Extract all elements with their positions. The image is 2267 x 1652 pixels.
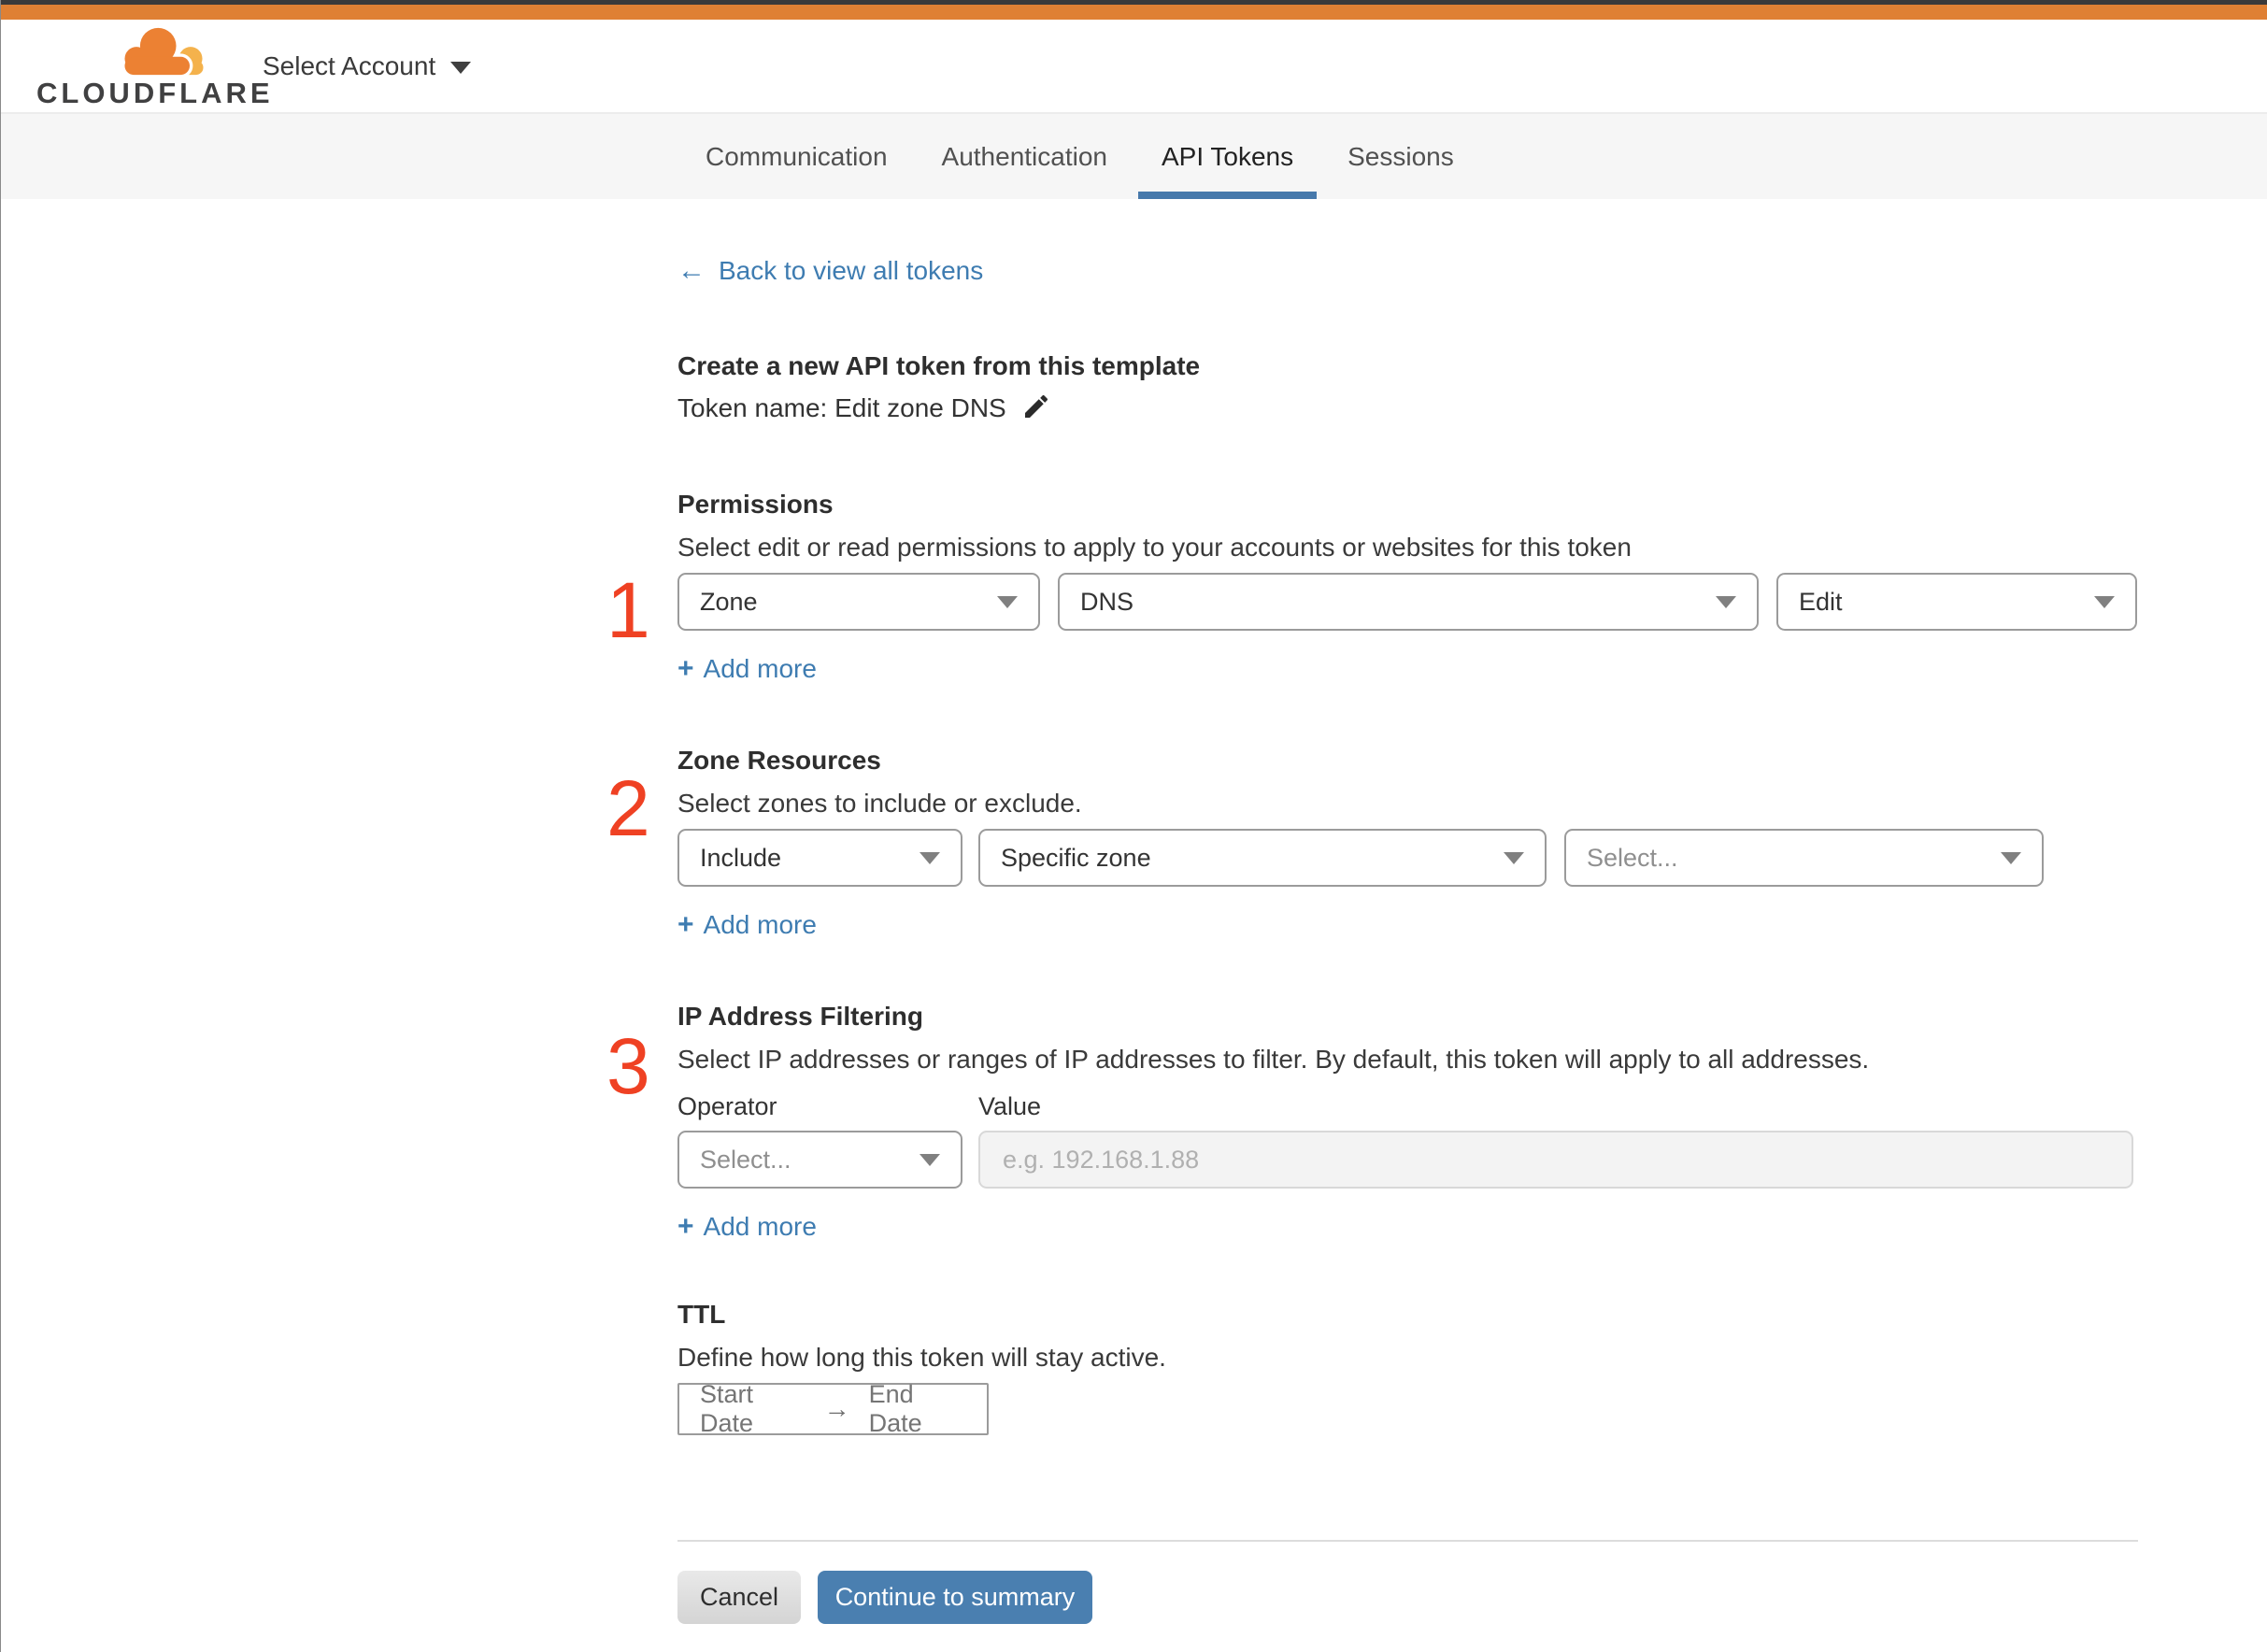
tab-api-tokens[interactable]: API Tokens — [1138, 114, 1318, 199]
cancel-button[interactable]: Cancel — [677, 1571, 801, 1624]
continue-to-summary-button[interactable]: Continue to summary — [818, 1571, 1092, 1624]
permission-resource-select[interactable]: DNS — [1058, 573, 1759, 631]
ip-filtering-labels: Operator Value — [677, 1092, 2138, 1121]
tabs: Communication Authentication API Tokens … — [682, 114, 2267, 199]
cloudflare-wordmark: CLOUDFLARE — [36, 77, 274, 109]
cloudflare-cloud-icon — [121, 24, 204, 77]
ttl-date-range-picker[interactable]: Start Date → End Date — [677, 1380, 989, 1437]
footer-actions: Cancel Continue to summary — [677, 1571, 2138, 1624]
account-selector[interactable]: Select Account — [263, 50, 472, 81]
annotation-step-1: 1 — [606, 566, 650, 654]
account-selector-label: Select Account — [263, 50, 436, 80]
annotation-step-2: 2 — [606, 764, 650, 852]
tab-communication[interactable]: Communication — [682, 114, 911, 199]
main-content: 1 2 3 ← Back to view all tokens Create a… — [606, 199, 2138, 1624]
zone-resources-row: Include Specific zone Select... — [677, 829, 2138, 887]
ip-value-input[interactable] — [978, 1131, 2133, 1189]
annotation-step-3: 3 — [606, 1022, 650, 1110]
footer-divider — [677, 1540, 2138, 1542]
template-heading: Create a new API token from this templat… — [677, 351, 1201, 380]
ip-filtering-add-more-link[interactable]: + Add more — [677, 1211, 817, 1243]
dropdown-caret-icon — [1504, 851, 1524, 864]
permissions-heading: Permissions — [677, 490, 834, 519]
plus-icon: + — [677, 909, 694, 940]
token-name-text: Token name: Edit zone DNS — [677, 393, 1006, 422]
ttl-description: Define how long this token will stay act… — [677, 1343, 1166, 1372]
zone-resources-description: Select zones to include or exclude. — [677, 789, 1082, 818]
ip-filtering-heading: IP Address Filtering — [677, 1002, 923, 1031]
operator-label: Operator — [677, 1092, 777, 1120]
cloudflare-logo[interactable]: CLOUDFLARE — [36, 24, 274, 109]
edit-pencil-icon[interactable] — [1021, 392, 1051, 421]
token-name-row: Token name: Edit zone DNS — [677, 393, 2138, 423]
value-label: Value — [978, 1092, 1042, 1120]
permissions-row: Zone DNS Edit — [677, 573, 2138, 631]
cloudflare-dashboard-page: CLOUDFLARE Select Account Communication … — [0, 0, 2267, 1652]
dropdown-caret-icon — [997, 595, 1018, 608]
profile-tab-bar: Communication Authentication API Tokens … — [1, 112, 2267, 199]
zone-type-select[interactable]: Specific zone — [978, 829, 1547, 887]
permission-access-select[interactable]: Edit — [1776, 573, 2137, 631]
back-link-label: Back to view all tokens — [719, 256, 984, 285]
permissions-description: Select edit or read permissions to apply… — [677, 533, 1632, 562]
left-arrow-icon: ← — [677, 255, 706, 286]
ip-operator-select[interactable]: Select... — [677, 1131, 962, 1189]
dropdown-caret-icon — [2094, 595, 2115, 608]
dropdown-caret-icon — [1716, 595, 1736, 608]
chevron-down-icon — [450, 62, 472, 74]
zone-mode-select[interactable]: Include — [677, 829, 962, 887]
zone-resources-add-more-link[interactable]: + Add more — [677, 909, 817, 941]
right-arrow-icon: → — [823, 1394, 850, 1423]
plus-icon: + — [677, 1211, 694, 1242]
dropdown-caret-icon — [2001, 851, 2021, 864]
ip-filtering-row: Select... — [677, 1131, 2138, 1189]
header: CLOUDFLARE Select Account — [1, 20, 2267, 112]
back-to-tokens-link[interactable]: ← Back to view all tokens — [677, 255, 983, 287]
plus-icon: + — [677, 653, 694, 684]
tab-sessions[interactable]: Sessions — [1324, 114, 1477, 199]
start-date-label: Start Date — [700, 1380, 754, 1437]
zone-resources-heading: Zone Resources — [677, 746, 881, 775]
permission-scope-select[interactable]: Zone — [677, 573, 1040, 631]
tab-authentication[interactable]: Authentication — [919, 114, 1131, 199]
zone-picker-select[interactable]: Select... — [1564, 829, 2044, 887]
end-date-label: End Date — [868, 1380, 922, 1437]
brand-accent-bar — [1, 5, 2267, 20]
permissions-add-more-link[interactable]: + Add more — [677, 653, 817, 685]
ttl-heading: TTL — [677, 1300, 726, 1329]
dropdown-caret-icon — [920, 1153, 940, 1166]
ip-filtering-description: Select IP addresses or ranges of IP addr… — [677, 1045, 1870, 1074]
dropdown-caret-icon — [920, 851, 940, 864]
